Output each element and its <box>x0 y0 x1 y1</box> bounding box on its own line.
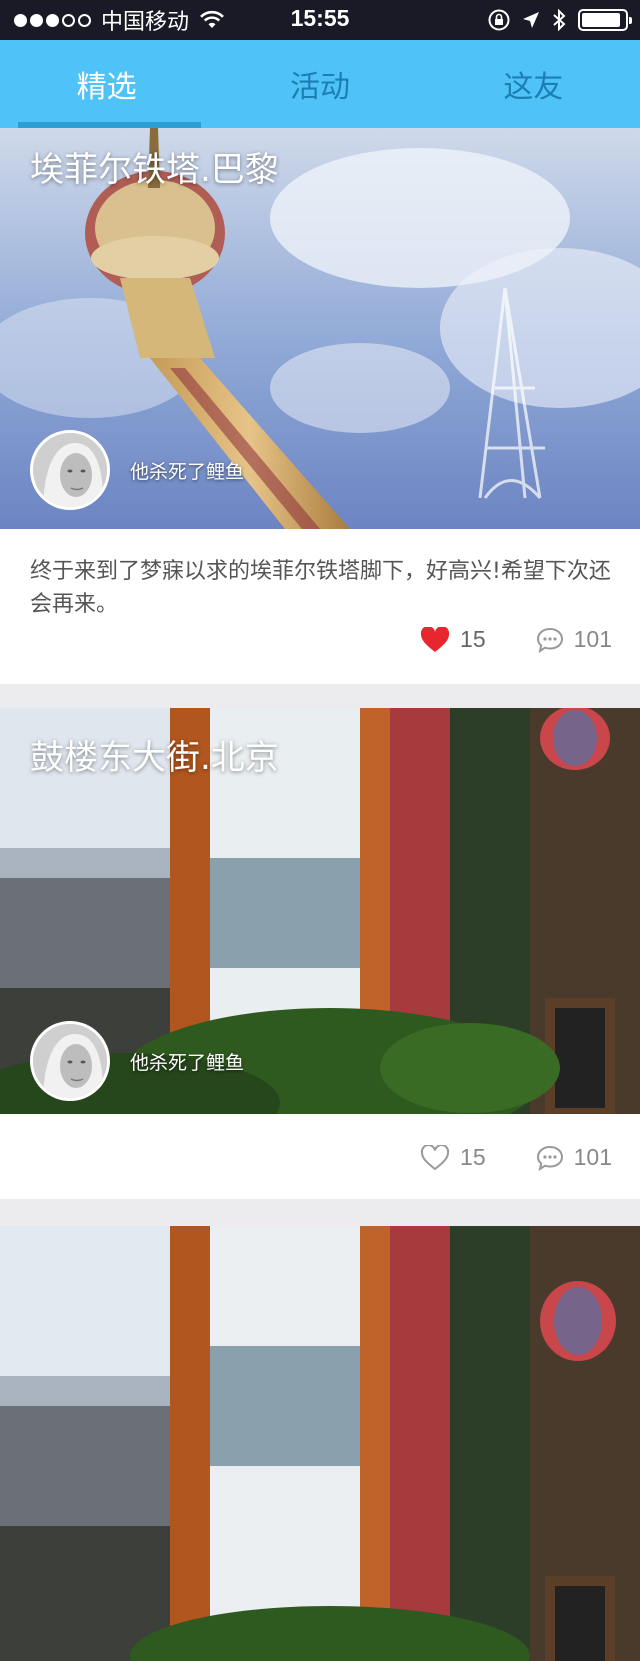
tab-friends[interactable]: 这友 <box>427 40 640 128</box>
comment-count: 101 <box>573 1144 612 1170</box>
like-button[interactable]: 15 <box>420 1144 486 1171</box>
avatar[interactable] <box>30 1021 110 1101</box>
comment-count: 101 <box>573 626 612 652</box>
post-actions: 15 101 <box>420 626 612 653</box>
post-card[interactable] <box>0 1226 640 1661</box>
orientation-lock-icon <box>488 9 510 31</box>
post-location: 鼓楼东大街.北京 <box>30 738 279 778</box>
comment-bubble-icon <box>536 1145 563 1171</box>
post-location: 埃菲尔铁塔.巴黎 <box>30 150 279 190</box>
post-author[interactable]: 他杀死了鲤鱼 <box>30 430 244 510</box>
avatar[interactable] <box>30 430 110 510</box>
post-caption: 终于来到了梦寐以求的埃菲尔铁塔脚下，好高兴!希望下次还会再来。 <box>30 559 611 617</box>
bluetooth-icon <box>553 9 566 31</box>
heart-outline-icon <box>420 1144 450 1170</box>
post-card[interactable]: 鼓楼东大街.北京 他杀死了鲤鱼 15 101 <box>0 708 640 1199</box>
battery-icon <box>578 9 632 31</box>
tab-bar: 精选 活动 这友 <box>0 40 640 128</box>
post-card[interactable]: 埃菲尔铁塔.巴黎 他杀死了鲤鱼 终于来到了梦寐以求的埃菲尔铁塔脚下，好高兴!希望… <box>0 128 640 684</box>
tab-activities[interactable]: 活动 <box>213 40 426 128</box>
comment-bubble-icon <box>536 627 563 653</box>
status-right <box>488 7 632 33</box>
post-actions: 15 101 <box>420 1144 612 1171</box>
like-button[interactable]: 15 <box>420 626 486 653</box>
like-count: 15 <box>460 626 486 652</box>
author-name[interactable]: 他杀死了鲤鱼 <box>130 457 244 484</box>
comment-button[interactable]: 101 <box>536 626 612 653</box>
comment-button[interactable]: 101 <box>536 1144 612 1171</box>
tab-featured[interactable]: 精选 <box>0 40 213 128</box>
post-author[interactable]: 他杀死了鲤鱼 <box>30 1021 244 1101</box>
heart-icon <box>420 626 450 652</box>
location-arrow-icon <box>523 12 539 28</box>
post-photo[interactable] <box>0 1226 640 1661</box>
like-count: 15 <box>460 1144 486 1170</box>
status-bar: 中国移动 15:55 <box>0 0 640 40</box>
author-name[interactable]: 他杀死了鲤鱼 <box>130 1048 244 1075</box>
